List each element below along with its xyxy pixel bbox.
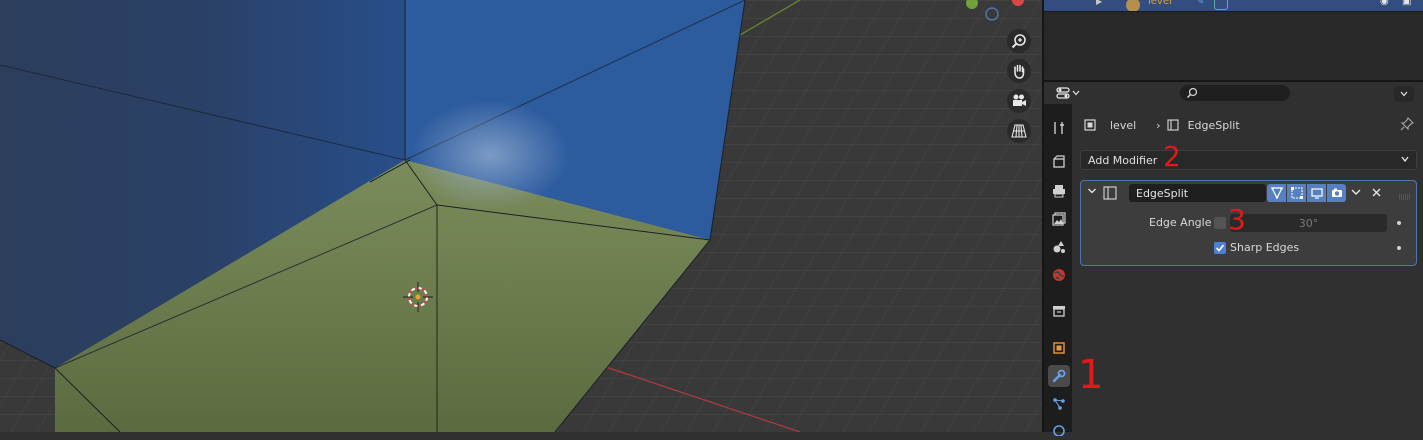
annotation-marker-1: 1 xyxy=(1078,352,1104,398)
add-modifier-label: Add Modifier xyxy=(1088,153,1158,167)
add-modifier-dropdown[interactable]: Add Modifier xyxy=(1080,150,1417,170)
visibility-eye-icon[interactable]: ◉ xyxy=(1380,0,1389,7)
properties-tab-column xyxy=(1044,104,1072,436)
collapse-chevron-icon[interactable] xyxy=(1087,186,1097,199)
3d-viewport[interactable] xyxy=(0,0,1042,432)
expand-arrow-icon[interactable]: ▶ xyxy=(1096,0,1102,6)
edgesplit-modifier-icon xyxy=(1103,186,1117,203)
outliner[interactable]: ▶ level ✎ ◉ ▣ xyxy=(1044,0,1423,80)
render-toggle-icon[interactable] xyxy=(1327,184,1346,202)
chevron-down-icon xyxy=(1401,156,1409,163)
modifier-name-text: EdgeSplit xyxy=(1136,186,1189,200)
viewport-display-toggle-icon[interactable] xyxy=(1307,184,1326,202)
view-layer-icon[interactable] xyxy=(1048,208,1070,230)
collection-icon[interactable] xyxy=(1048,300,1070,322)
object-icon-small xyxy=(1084,119,1096,131)
zoom-icon[interactable] xyxy=(1007,29,1031,53)
properties-search-input[interactable] xyxy=(1180,85,1290,101)
camera-view-icon[interactable] xyxy=(1007,89,1031,113)
edit-mode-toggle-icon[interactable] xyxy=(1287,184,1306,202)
close-icon[interactable] xyxy=(1371,187,1382,201)
sharp-edges-checkbox[interactable] xyxy=(1214,242,1226,254)
pan-hand-icon[interactable] xyxy=(1007,59,1031,83)
material-icon xyxy=(1214,0,1228,10)
sharp-edges-label: Sharp Edges xyxy=(1230,241,1300,254)
breadcrumb-object: level xyxy=(1110,118,1137,132)
annotation-marker-3: 3 xyxy=(1228,203,1246,236)
breadcrumb-separator-icon: › xyxy=(1156,118,1161,132)
editor-type-icon[interactable] xyxy=(1056,85,1082,101)
edge-angle-value: 30° xyxy=(1298,216,1319,230)
edge-angle-checkbox[interactable] xyxy=(1214,217,1226,229)
world-icon[interactable] xyxy=(1048,264,1070,286)
keyframe-dot-icon[interactable] xyxy=(1397,221,1401,225)
render-camera-icon[interactable]: ▣ xyxy=(1402,0,1411,7)
physics-icon[interactable] xyxy=(1048,418,1070,440)
viewport-scene xyxy=(0,0,1042,432)
checkmark-icon xyxy=(1215,244,1225,252)
pin-icon[interactable] xyxy=(1400,117,1414,134)
render-icon[interactable] xyxy=(1048,151,1070,173)
drag-handle-icon[interactable] xyxy=(1399,190,1411,203)
particles-icon[interactable] xyxy=(1048,393,1070,415)
outliner-row-level[interactable]: ▶ level ✎ ◉ ▣ xyxy=(1044,0,1423,12)
breadcrumb-modifier: EdgeSplit xyxy=(1187,118,1240,132)
modifier-panel-icon xyxy=(1167,119,1179,131)
modifier-name-input[interactable]: EdgeSplit xyxy=(1129,184,1266,202)
modifier-wrench-icon: ✎ xyxy=(1196,0,1205,7)
modifier-icon[interactable] xyxy=(1048,365,1070,387)
edge-angle-label: Edge Angle xyxy=(1149,216,1212,229)
search-icon xyxy=(1186,87,1198,99)
ortho-grid-icon[interactable] xyxy=(1007,119,1031,143)
options-dropdown-icon[interactable] xyxy=(1394,86,1414,102)
outliner-object-name[interactable]: level xyxy=(1148,0,1172,7)
annotation-marker-2: 2 xyxy=(1163,140,1181,173)
on-cage-toggle-icon[interactable] xyxy=(1267,184,1286,202)
output-icon[interactable] xyxy=(1048,180,1070,202)
object-icon[interactable] xyxy=(1048,337,1070,359)
modifier-menu-chevron-icon[interactable] xyxy=(1350,188,1362,201)
keyframe-dot-icon[interactable] xyxy=(1397,246,1401,250)
scene-icon[interactable] xyxy=(1048,236,1070,258)
edge-angle-input[interactable]: 30° xyxy=(1230,214,1387,232)
breadcrumb: level › EdgeSplit xyxy=(1084,117,1240,133)
tool-icon[interactable] xyxy=(1048,117,1070,139)
